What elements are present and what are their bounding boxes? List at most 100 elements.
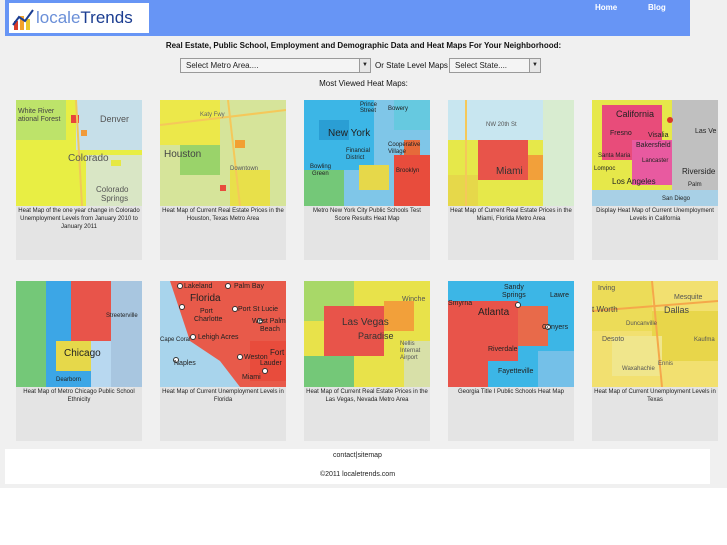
map-label: Las Vegas [342, 317, 389, 328]
heat-map-thumbnail[interactable]: White River ational Forest Denver Colora… [16, 100, 142, 206]
map-label: Miami [496, 166, 523, 177]
map-label: Bowery [388, 106, 408, 112]
map-label: Sandy [504, 284, 524, 291]
heat-map-card[interactable]: NW 20th St Miami Heat Map of Current Rea… [448, 100, 574, 260]
map-label: Palm [688, 182, 702, 188]
map-label: Palm Bay [234, 283, 264, 290]
map-label: Springs [502, 292, 526, 299]
map-label: Smyrna [448, 300, 472, 307]
page-tagline: Real Estate, Public School, Employment a… [165, 41, 562, 50]
site-header: localeTrends Home Blog [5, 0, 690, 36]
map-label: Financial [346, 148, 370, 154]
map-label: Cape Coral [160, 337, 190, 343]
map-label: Lancaster [642, 158, 668, 164]
map-label: Miami [242, 374, 261, 381]
nav-home-link[interactable]: Home [595, 3, 617, 12]
logo-text-trends: Trends [80, 8, 133, 27]
heat-map-card[interactable]: Sandy Springs Smyrna Lawre Atlanta Conye… [448, 281, 574, 441]
most-viewed-heading: Most Viewed Heat Maps: [319, 79, 408, 88]
map-label: Fresno [610, 130, 632, 137]
map-label: Waxahachie [622, 366, 655, 372]
heat-map-thumbnail[interactable]: California Fresno Visalia Las Ve Bakersf… [592, 100, 718, 206]
map-label: Downtown [230, 166, 258, 172]
heat-map-caption[interactable]: Heat Map of Current Unemployment Levels … [162, 388, 284, 404]
map-label: Lompoc [594, 166, 615, 172]
heat-map-caption[interactable]: Heat Map of Metro Chicago Public School … [18, 388, 140, 404]
footer-links: contact|sitemap [5, 452, 710, 459]
map-label: Atlanta [478, 307, 510, 318]
map-label: Desoto [602, 336, 624, 343]
map-label: Ennis [658, 361, 673, 367]
logo-text-locale: locale [36, 8, 81, 27]
heat-map-card[interactable]: Prince Street Bowery New York Financial … [304, 100, 430, 260]
map-label: Duncanville [626, 321, 658, 327]
map-label: Santa Maria [598, 153, 631, 159]
map-label: ational Forest [18, 116, 60, 123]
map-label: Katy Fwy [200, 112, 225, 118]
chart-logo-icon [12, 9, 34, 30]
heat-map-card[interactable]: Irving Mesquite Dallas t Worth Duncanvil… [592, 281, 718, 441]
map-label: Riverdale [488, 346, 518, 353]
heat-map-thumbnail[interactable]: Sandy Springs Smyrna Lawre Atlanta Conye… [448, 281, 574, 387]
map-label: Airport [400, 355, 418, 361]
heat-map-thumbnail[interactable]: Irving Mesquite Dallas t Worth Duncanvil… [592, 281, 718, 387]
logo[interactable]: localeTrends [9, 3, 149, 33]
heat-map-caption[interactable]: Georgia Title I Public Schools Heat Map [450, 388, 572, 396]
heat-map-caption[interactable]: Heat Map of the one year change in Color… [18, 207, 140, 231]
map-label: Fort [270, 348, 285, 357]
map-label: Winche [402, 296, 425, 303]
sitemap-link[interactable]: sitemap [357, 452, 382, 459]
map-label: Kaufma [694, 337, 715, 343]
map-label: Brooklyn [396, 168, 419, 174]
chevron-down-icon: ▼ [359, 59, 370, 72]
heat-map-caption[interactable]: Heat Map of Current Unemployment Levels … [594, 388, 716, 404]
heat-map-thumbnail[interactable]: Lakeland Palm Bay Florida Port St Lucie … [160, 281, 286, 387]
state-select[interactable]: Select State.... ▼ [449, 58, 541, 73]
heat-map-caption[interactable]: Heat Map of Current Real Estate Prices i… [162, 207, 284, 223]
heat-map-card[interactable]: Winche Las Vegas Paradise Nellis Interna… [304, 281, 430, 441]
heat-map-caption[interactable]: Metro New York City Public Schools Test … [306, 207, 428, 223]
heat-map-thumbnail[interactable]: Prince Street Bowery New York Financial … [304, 100, 430, 206]
map-label: Port St Lucie [238, 306, 278, 313]
heat-map-card[interactable]: California Fresno Visalia Las Ve Bakersf… [592, 100, 718, 260]
map-label: Denver [100, 114, 129, 124]
map-label: Houston [164, 149, 201, 160]
map-label: Dallas [664, 305, 690, 315]
copyright-text: ©2011 localetrends.com [319, 471, 396, 478]
logo-text: localeTrends [36, 8, 133, 28]
heat-map-thumbnail[interactable]: Katy Fwy Houston Downtown [160, 100, 286, 206]
map-label: Cooperative [388, 142, 421, 148]
map-label: White River [18, 108, 55, 115]
map-label: Lawre [550, 292, 569, 299]
heat-map-card[interactable]: Katy Fwy Houston Downtown Heat Map of Cu… [160, 100, 286, 260]
heat-map-card[interactable]: White River ational Forest Denver Colora… [16, 100, 142, 260]
contact-link[interactable]: contact [333, 452, 356, 459]
heat-map-card[interactable]: Streeterville Chicago Dearborn Heat Map … [16, 281, 142, 441]
heat-map-caption[interactable]: Display Heat Map of Current Unemployment… [594, 207, 716, 223]
map-label: Colorado [68, 153, 109, 164]
metro-area-select[interactable]: Select Metro Area.... ▼ [180, 58, 371, 73]
map-label: t Worth [592, 305, 618, 314]
map-label: Fayetteville [498, 368, 534, 375]
nav-blog-link[interactable]: Blog [648, 3, 666, 12]
map-label: West Palm [252, 318, 286, 325]
heat-map-card[interactable]: Lakeland Palm Bay Florida Port St Lucie … [160, 281, 286, 441]
map-label: Visalia [648, 132, 669, 139]
map-label: Lehigh Acres [198, 334, 239, 341]
metro-area-select-value: Select Metro Area.... [186, 61, 259, 70]
map-label: New York [328, 128, 371, 139]
heat-map-thumbnail[interactable]: Streeterville Chicago Dearborn [16, 281, 142, 387]
map-label: Lauder [260, 360, 282, 367]
map-label: Mesquite [674, 294, 703, 301]
map-label: Streeterville [106, 313, 138, 319]
map-label: Colorado [96, 185, 129, 194]
heat-map-caption[interactable]: Heat Map of Current Real Estate Prices i… [450, 207, 572, 223]
map-label: Florida [190, 293, 221, 304]
map-label: Green [312, 171, 329, 177]
heat-map-thumbnail[interactable]: Winche Las Vegas Paradise Nellis Interna… [304, 281, 430, 387]
map-label: Beach [260, 326, 280, 333]
map-label: Port [200, 308, 213, 315]
heat-map-caption[interactable]: Heat Map of Current Real Estate Prices i… [306, 388, 428, 404]
map-label: Riverside [682, 167, 716, 176]
heat-map-thumbnail[interactable]: NW 20th St Miami [448, 100, 574, 206]
